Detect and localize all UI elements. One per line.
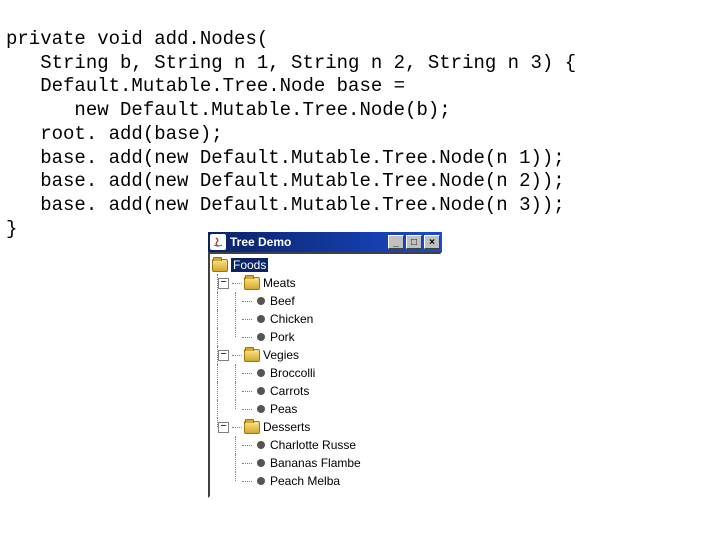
tree-node-leaf[interactable]: Beef — [212, 292, 438, 310]
code-line: base. add(new Default.Mutable.Tree.Node(… — [6, 147, 565, 169]
tree-connector — [242, 301, 252, 302]
tree-node-category[interactable]: − Vegies — [212, 346, 438, 364]
titlebar[interactable]: Tree Demo _ □ × — [208, 232, 442, 252]
expander-icon[interactable]: − — [218, 278, 229, 289]
code-line: Default.Mutable.Tree.Node base = — [6, 75, 405, 97]
tree-node-leaf[interactable]: Chicken — [212, 310, 438, 328]
tree-node-label: Pork — [270, 330, 295, 344]
code-line: root. add(base); — [6, 123, 223, 145]
expander-icon[interactable]: − — [218, 422, 229, 433]
tree-connector — [242, 463, 252, 464]
tree-connector — [242, 409, 252, 410]
code-line: String b, String n 1, String n 2, String… — [6, 52, 576, 74]
tree-connector — [242, 391, 252, 392]
minimize-button[interactable]: _ — [388, 235, 404, 249]
code-line: private void add.Nodes( — [6, 28, 268, 50]
tree-node-category[interactable]: − Meats — [212, 274, 438, 292]
tree-node-leaf[interactable]: Carrots — [212, 382, 438, 400]
leaf-icon — [257, 459, 265, 467]
tree-connector — [232, 427, 242, 428]
tree-connector — [242, 319, 252, 320]
maximize-button[interactable]: □ — [406, 235, 422, 249]
tree-node-leaf[interactable]: Bananas Flambe — [212, 454, 438, 472]
tree-node-label: Broccolli — [270, 366, 315, 380]
folder-open-icon — [212, 259, 228, 272]
tree-node-root[interactable]: Foods — [212, 256, 438, 274]
tree-view[interactable]: Foods − Meats Beef — [212, 256, 438, 490]
tree-connector — [242, 373, 252, 374]
tree-connector — [232, 283, 242, 284]
folder-open-icon — [244, 277, 260, 290]
leaf-icon — [257, 387, 265, 395]
tree-node-leaf[interactable]: Pork — [212, 328, 438, 346]
tree-node-leaf[interactable]: Broccolli — [212, 364, 438, 382]
client-area: Foods − Meats Beef — [208, 252, 442, 498]
tree-node-label: Peas — [270, 402, 297, 416]
tree-node-label: Beef — [270, 294, 295, 308]
window-title: Tree Demo — [230, 235, 388, 249]
folder-open-icon — [244, 349, 260, 362]
tree-connector — [232, 355, 242, 356]
leaf-icon — [257, 441, 265, 449]
java-icon — [210, 234, 226, 250]
tree-node-leaf[interactable]: Peas — [212, 400, 438, 418]
tree-node-leaf[interactable]: Charlotte Russe — [212, 436, 438, 454]
tree-connector — [242, 481, 252, 482]
leaf-icon — [257, 477, 265, 485]
leaf-icon — [257, 405, 265, 413]
tree-connector — [242, 337, 252, 338]
tree-node-label: Vegies — [263, 348, 299, 362]
tree-node-label: Peach Melba — [270, 474, 340, 488]
tree-node-label: Bananas Flambe — [270, 456, 361, 470]
expander-icon[interactable]: − — [218, 350, 229, 361]
leaf-icon — [257, 369, 265, 377]
code-block: private void add.Nodes( String b, String… — [0, 0, 720, 246]
tree-node-label: Charlotte Russe — [270, 438, 356, 452]
leaf-icon — [257, 333, 265, 341]
folder-open-icon — [244, 421, 260, 434]
window: Tree Demo _ □ × Foods − Meats — [208, 232, 442, 498]
tree-node-category[interactable]: − Desserts — [212, 418, 438, 436]
code-line: new Default.Mutable.Tree.Node(b); — [6, 99, 451, 121]
tree-node-label: Chicken — [270, 312, 313, 326]
tree-node-label: Desserts — [263, 420, 310, 434]
code-line: base. add(new Default.Mutable.Tree.Node(… — [6, 194, 565, 216]
leaf-icon — [257, 315, 265, 323]
leaf-icon — [257, 297, 265, 305]
tree-node-label: Carrots — [270, 384, 309, 398]
close-button[interactable]: × — [424, 235, 440, 249]
code-line: base. add(new Default.Mutable.Tree.Node(… — [6, 170, 565, 192]
tree-node-label: Foods — [231, 258, 268, 272]
tree-node-leaf[interactable]: Peach Melba — [212, 472, 438, 490]
tree-node-label: Meats — [263, 276, 296, 290]
tree-connector — [242, 445, 252, 446]
code-line: } — [6, 218, 17, 240]
